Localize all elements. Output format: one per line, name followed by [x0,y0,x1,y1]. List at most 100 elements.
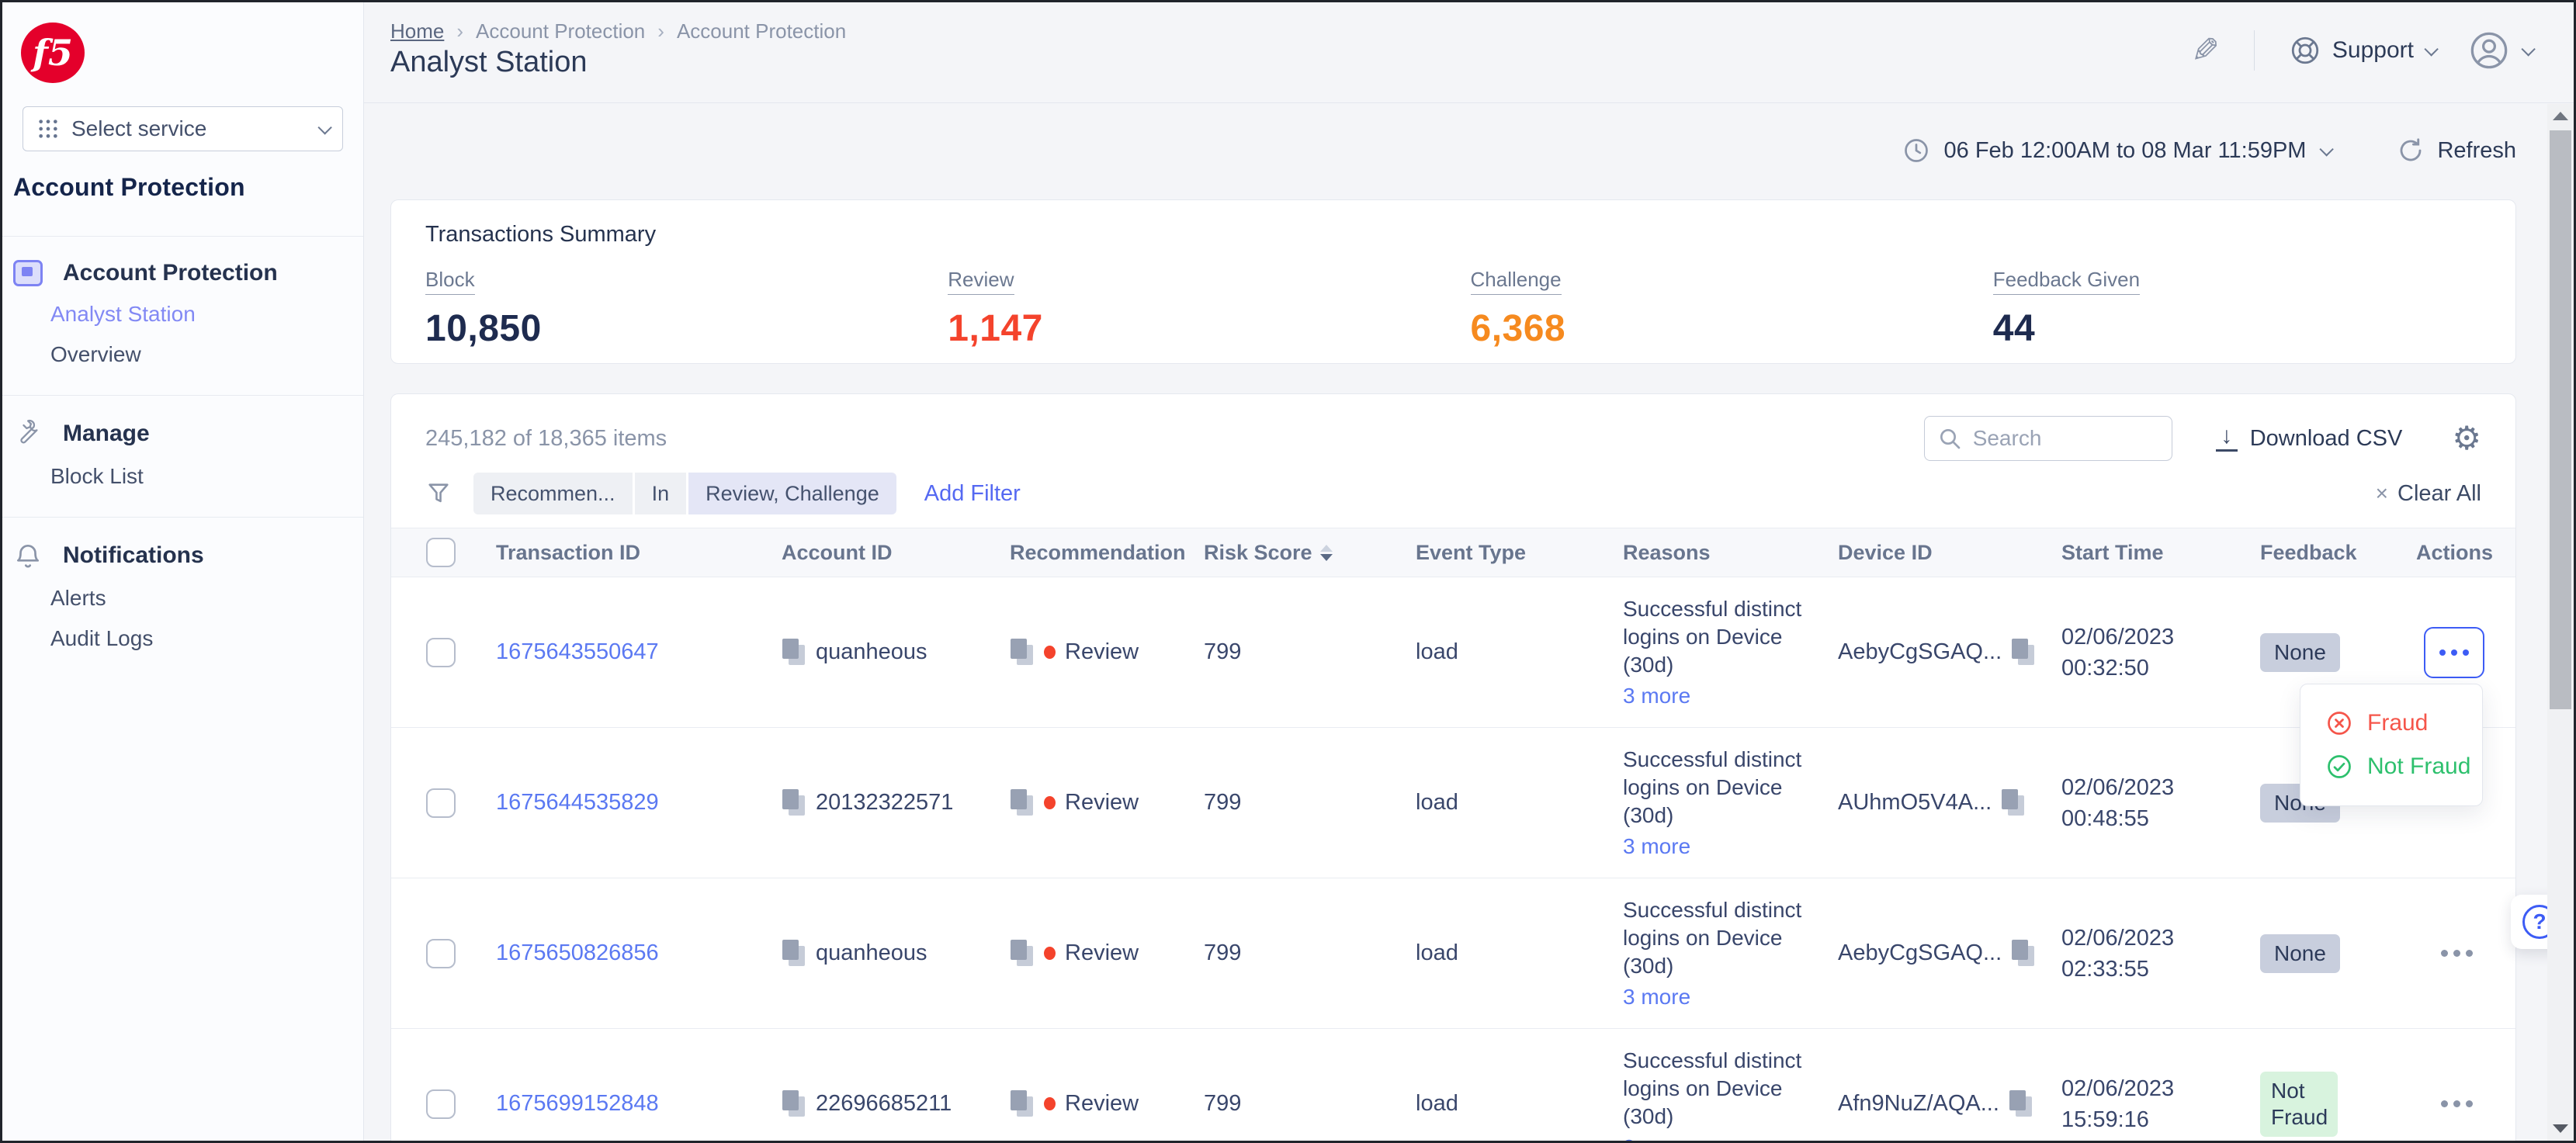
reason-text: Successful distinct logins on Device (30… [1623,1047,1815,1131]
breadcrumb-home[interactable]: Home [390,19,444,43]
recommendation: Review [1065,940,1139,966]
filter-value-chip[interactable]: Review, Challenge [688,473,896,514]
date-range-picker[interactable]: 06 Feb 12:00AM to 08 Mar 11:59PM [1902,137,2331,165]
search-box[interactable] [1924,416,2172,461]
refresh-button[interactable]: Refresh [2397,137,2516,165]
copy-icon[interactable] [2011,639,2036,667]
items-count: 245,182 of 18,365 items [425,426,667,452]
filter-operator-chip[interactable]: In [635,473,687,514]
nav-head-notifications[interactable]: Notifications [2,530,363,578]
stat-review-label[interactable]: Review [948,268,1014,295]
stat-block-label[interactable]: Block [425,268,475,295]
col-risk-score[interactable]: Risk Score [1204,541,1416,565]
row-checkbox[interactable] [426,788,456,818]
sidebar-item-block-list[interactable]: Block List [2,456,363,497]
refresh-icon [2397,137,2425,165]
filter-field-chip[interactable]: Recommen... [473,473,633,514]
scrollbar-down-arrow[interactable] [2553,1124,2568,1133]
copy-icon[interactable] [782,639,806,667]
table-row: 1675650826856 quanheous Review 799 load … [391,878,2515,1029]
table-row: 1675699152848 22696685211 Review 799 loa… [391,1029,2515,1143]
row-actions-button[interactable] [2441,950,2473,957]
row-actions-button-active[interactable] [2424,627,2484,678]
col-feedback[interactable]: Feedback [2260,541,2416,565]
col-event-type[interactable]: Event Type [1416,541,1623,565]
user-menu[interactable] [2469,30,2532,71]
fraud-x-circle-icon [2325,709,2353,737]
sidebar: f5 Select service Account Protection Acc… [2,2,364,1141]
col-reasons[interactable]: Reasons [1623,541,1838,565]
analyst-station-screen: f5 Select service Account Protection Acc… [0,0,2576,1143]
row-actions-button[interactable] [2441,1100,2473,1107]
stat-review: Review 1,147 [948,268,1470,350]
col-start-time[interactable]: Start Time [2061,541,2260,565]
clear-all-button[interactable]: × Clear All [2376,481,2481,507]
service-selector[interactable]: Select service [23,106,343,151]
copy-icon[interactable] [782,940,806,968]
transaction-id-link[interactable]: 1675644535829 [496,790,659,816]
stat-challenge-label[interactable]: Challenge [1471,268,1562,295]
copy-icon[interactable] [1010,940,1035,968]
stat-block-value: 10,850 [425,307,948,350]
col-transaction-id[interactable]: Transaction ID [496,541,782,565]
support-menu[interactable]: Support [2289,34,2435,67]
event-type: load [1416,940,1623,966]
nav-head-manage[interactable]: Manage [2,408,363,456]
service-selector-label: Select service [71,116,206,141]
sidebar-item-overview[interactable]: Overview [2,334,363,375]
row-checkbox[interactable] [426,939,456,968]
more-reasons-link[interactable]: 3 more [1623,834,1690,859]
search-icon [1937,426,1962,451]
copy-icon[interactable] [2009,1090,2033,1118]
copy-icon[interactable] [1010,1090,1035,1118]
download-csv-button[interactable]: ↓ Download CSV [2216,426,2403,452]
sidebar-item-alerts[interactable]: Alerts [2,578,363,618]
funnel-icon [425,480,452,507]
copy-icon[interactable] [1010,789,1035,817]
start-date: 02/06/2023 [2061,774,2174,802]
scrollbar-up-arrow[interactable] [2553,112,2568,120]
transaction-id-link[interactable]: 1675699152848 [496,1091,659,1117]
avatar-icon [2469,30,2509,71]
more-reasons-link[interactable]: 3 more [1623,1135,1690,1143]
gear-icon[interactable]: ⚙ [2452,422,2481,455]
breadcrumb-separator: › [456,19,463,43]
copy-icon[interactable] [2011,940,2036,968]
copy-icon[interactable] [2001,789,2026,817]
copy-icon[interactable] [782,789,806,817]
select-all-checkbox[interactable] [426,538,456,567]
transaction-id-link[interactable]: 1675643550647 [496,639,659,665]
event-type: load [1416,1091,1623,1117]
col-recommendation[interactable]: Recommendation [1010,541,1204,565]
col-device-id[interactable]: Device ID [1838,541,2061,565]
table-row: 1675643550647 quanheous Review 799 load … [391,577,2515,728]
row-checkbox[interactable] [426,638,456,667]
col-account-id[interactable]: Account ID [782,541,1010,565]
row-checkbox[interactable] [426,1089,456,1119]
nav-head-account-protection[interactable]: Account Protection [2,249,363,294]
stat-review-value: 1,147 [948,307,1470,350]
more-reasons-link[interactable]: 3 more [1623,684,1690,708]
topbar-actions: ✎ Support [2191,30,2532,71]
account-id: quanheous [816,940,927,966]
menu-item-fraud[interactable]: Fraud [2300,701,2482,745]
menu-item-not-fraud[interactable]: Not Fraud [2300,745,2482,788]
copy-icon[interactable] [1010,639,1035,667]
vertical-scrollbar[interactable] [2547,104,2574,1141]
stat-feedback-given-label[interactable]: Feedback Given [1993,268,2140,295]
sort-icon[interactable] [1320,545,1333,561]
sidebar-item-analyst-station[interactable]: Analyst Station [2,294,363,334]
device-id: AUhmO5V4A... [1838,790,1992,816]
sidebar-item-audit-logs[interactable]: Audit Logs [2,618,363,659]
edit-pencil-icon[interactable]: ✎ [2191,31,2220,71]
add-filter-link[interactable]: Add Filter [924,481,1021,507]
copy-icon[interactable] [782,1090,806,1118]
search-input[interactable] [1973,426,2151,451]
more-reasons-link[interactable]: 3 more [1623,985,1690,1010]
breadcrumb-account-protection[interactable]: Account Protection [476,19,645,43]
device-id: AebyCgSGAQ... [1838,639,2002,665]
scrollbar-thumb[interactable] [2550,130,2571,709]
transaction-id-link[interactable]: 1675650826856 [496,940,659,966]
stat-block: Block 10,850 [425,268,948,350]
menu-item-fraud-label: Fraud [2367,710,2428,736]
